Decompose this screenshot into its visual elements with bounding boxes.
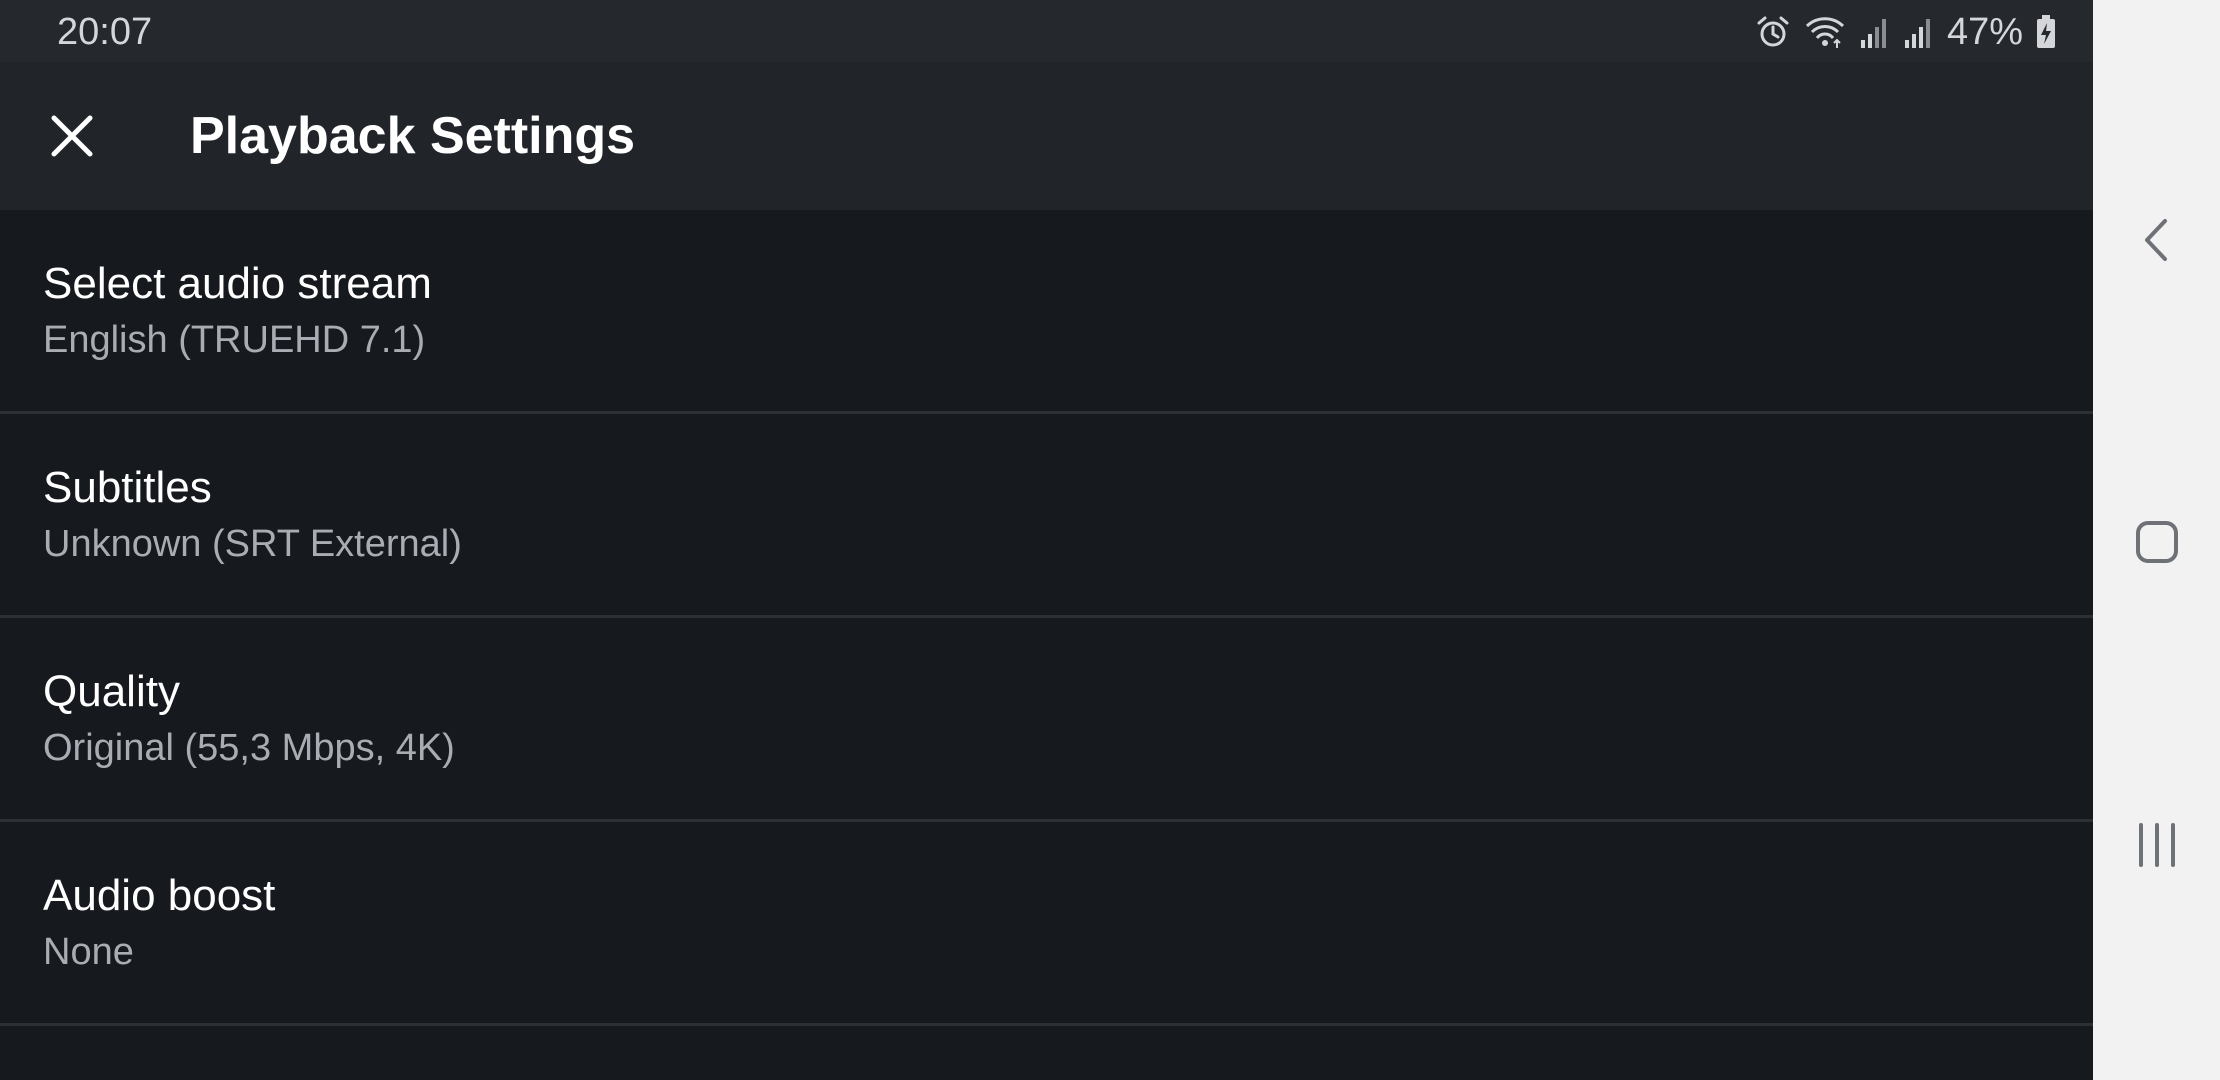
setting-title: Audio boost bbox=[43, 871, 276, 920]
toolbar: Playback Settings bbox=[0, 62, 2093, 210]
back-button[interactable] bbox=[2093, 182, 2220, 302]
page-title: Playback Settings bbox=[190, 107, 636, 165]
settings-list: Select audio stream English (TRUEHD 7.1)… bbox=[0, 210, 2093, 1026]
alarm-icon bbox=[1755, 14, 1791, 50]
setting-title: Select audio stream bbox=[43, 259, 432, 308]
signal-icon bbox=[1903, 14, 1935, 50]
close-icon bbox=[50, 114, 94, 163]
setting-audio-boost[interactable]: Audio boost None bbox=[0, 822, 2093, 1026]
setting-subtitles[interactable]: Subtitles Unknown (SRT External) bbox=[0, 414, 2093, 618]
setting-title: Quality bbox=[43, 667, 180, 716]
app-window: 20:07 47% Playback Settings Select audio… bbox=[0, 0, 2093, 1080]
home-icon bbox=[2133, 518, 2181, 571]
status-bar: 20:07 47% bbox=[0, 0, 2093, 62]
wifi-icon bbox=[1803, 14, 1847, 50]
battery-percent: 47% bbox=[1946, 11, 2023, 53]
back-icon bbox=[2137, 215, 2177, 270]
recent-apps-icon bbox=[2135, 821, 2179, 874]
recent-apps-button[interactable] bbox=[2093, 787, 2220, 907]
setting-value: None bbox=[43, 931, 134, 973]
setting-value: Original (55,3 Mbps, 4K) bbox=[43, 727, 455, 769]
setting-value: English (TRUEHD 7.1) bbox=[43, 319, 426, 361]
signal-icon bbox=[1859, 14, 1891, 50]
navigation-bar bbox=[2093, 0, 2220, 1080]
setting-title: Subtitles bbox=[43, 463, 212, 512]
setting-quality[interactable]: Quality Original (55,3 Mbps, 4K) bbox=[0, 618, 2093, 822]
setting-audio-stream[interactable]: Select audio stream English (TRUEHD 7.1) bbox=[0, 210, 2093, 414]
status-time: 20:07 bbox=[57, 11, 153, 53]
screen: 20:07 47% Playback Settings Select audio… bbox=[0, 0, 2220, 1080]
close-button[interactable] bbox=[30, 96, 114, 180]
setting-value: Unknown (SRT External) bbox=[43, 523, 462, 565]
home-button[interactable] bbox=[2093, 484, 2220, 604]
battery-charging-icon bbox=[2035, 14, 2057, 50]
status-icons: 47% bbox=[1755, 10, 2057, 54]
